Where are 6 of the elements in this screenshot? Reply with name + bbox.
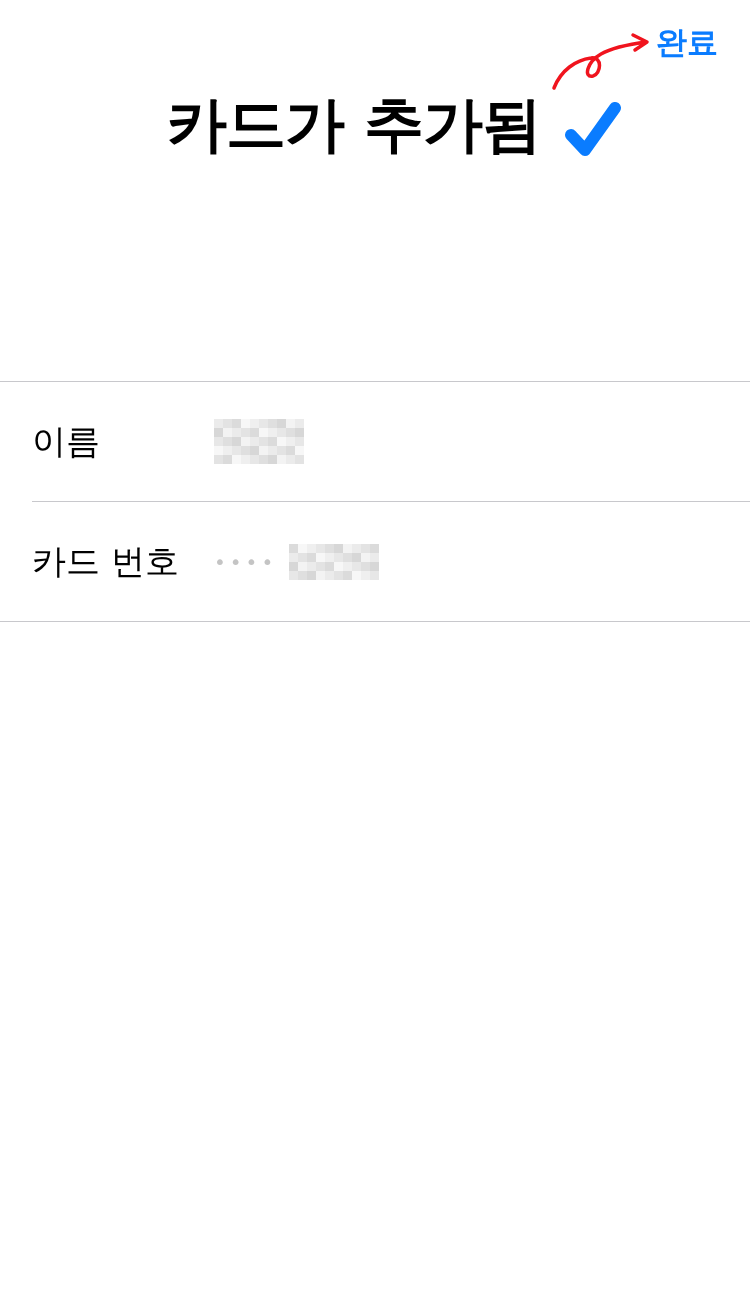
field-label: 카드 번호	[32, 539, 180, 583]
checkmark-icon	[562, 99, 623, 158]
done-button[interactable]: 완료	[656, 22, 718, 64]
page-title: 카드가 추가됨	[167, 88, 541, 161]
masked-digits: ••••	[214, 549, 278, 574]
field-label: 이름	[32, 419, 101, 463]
